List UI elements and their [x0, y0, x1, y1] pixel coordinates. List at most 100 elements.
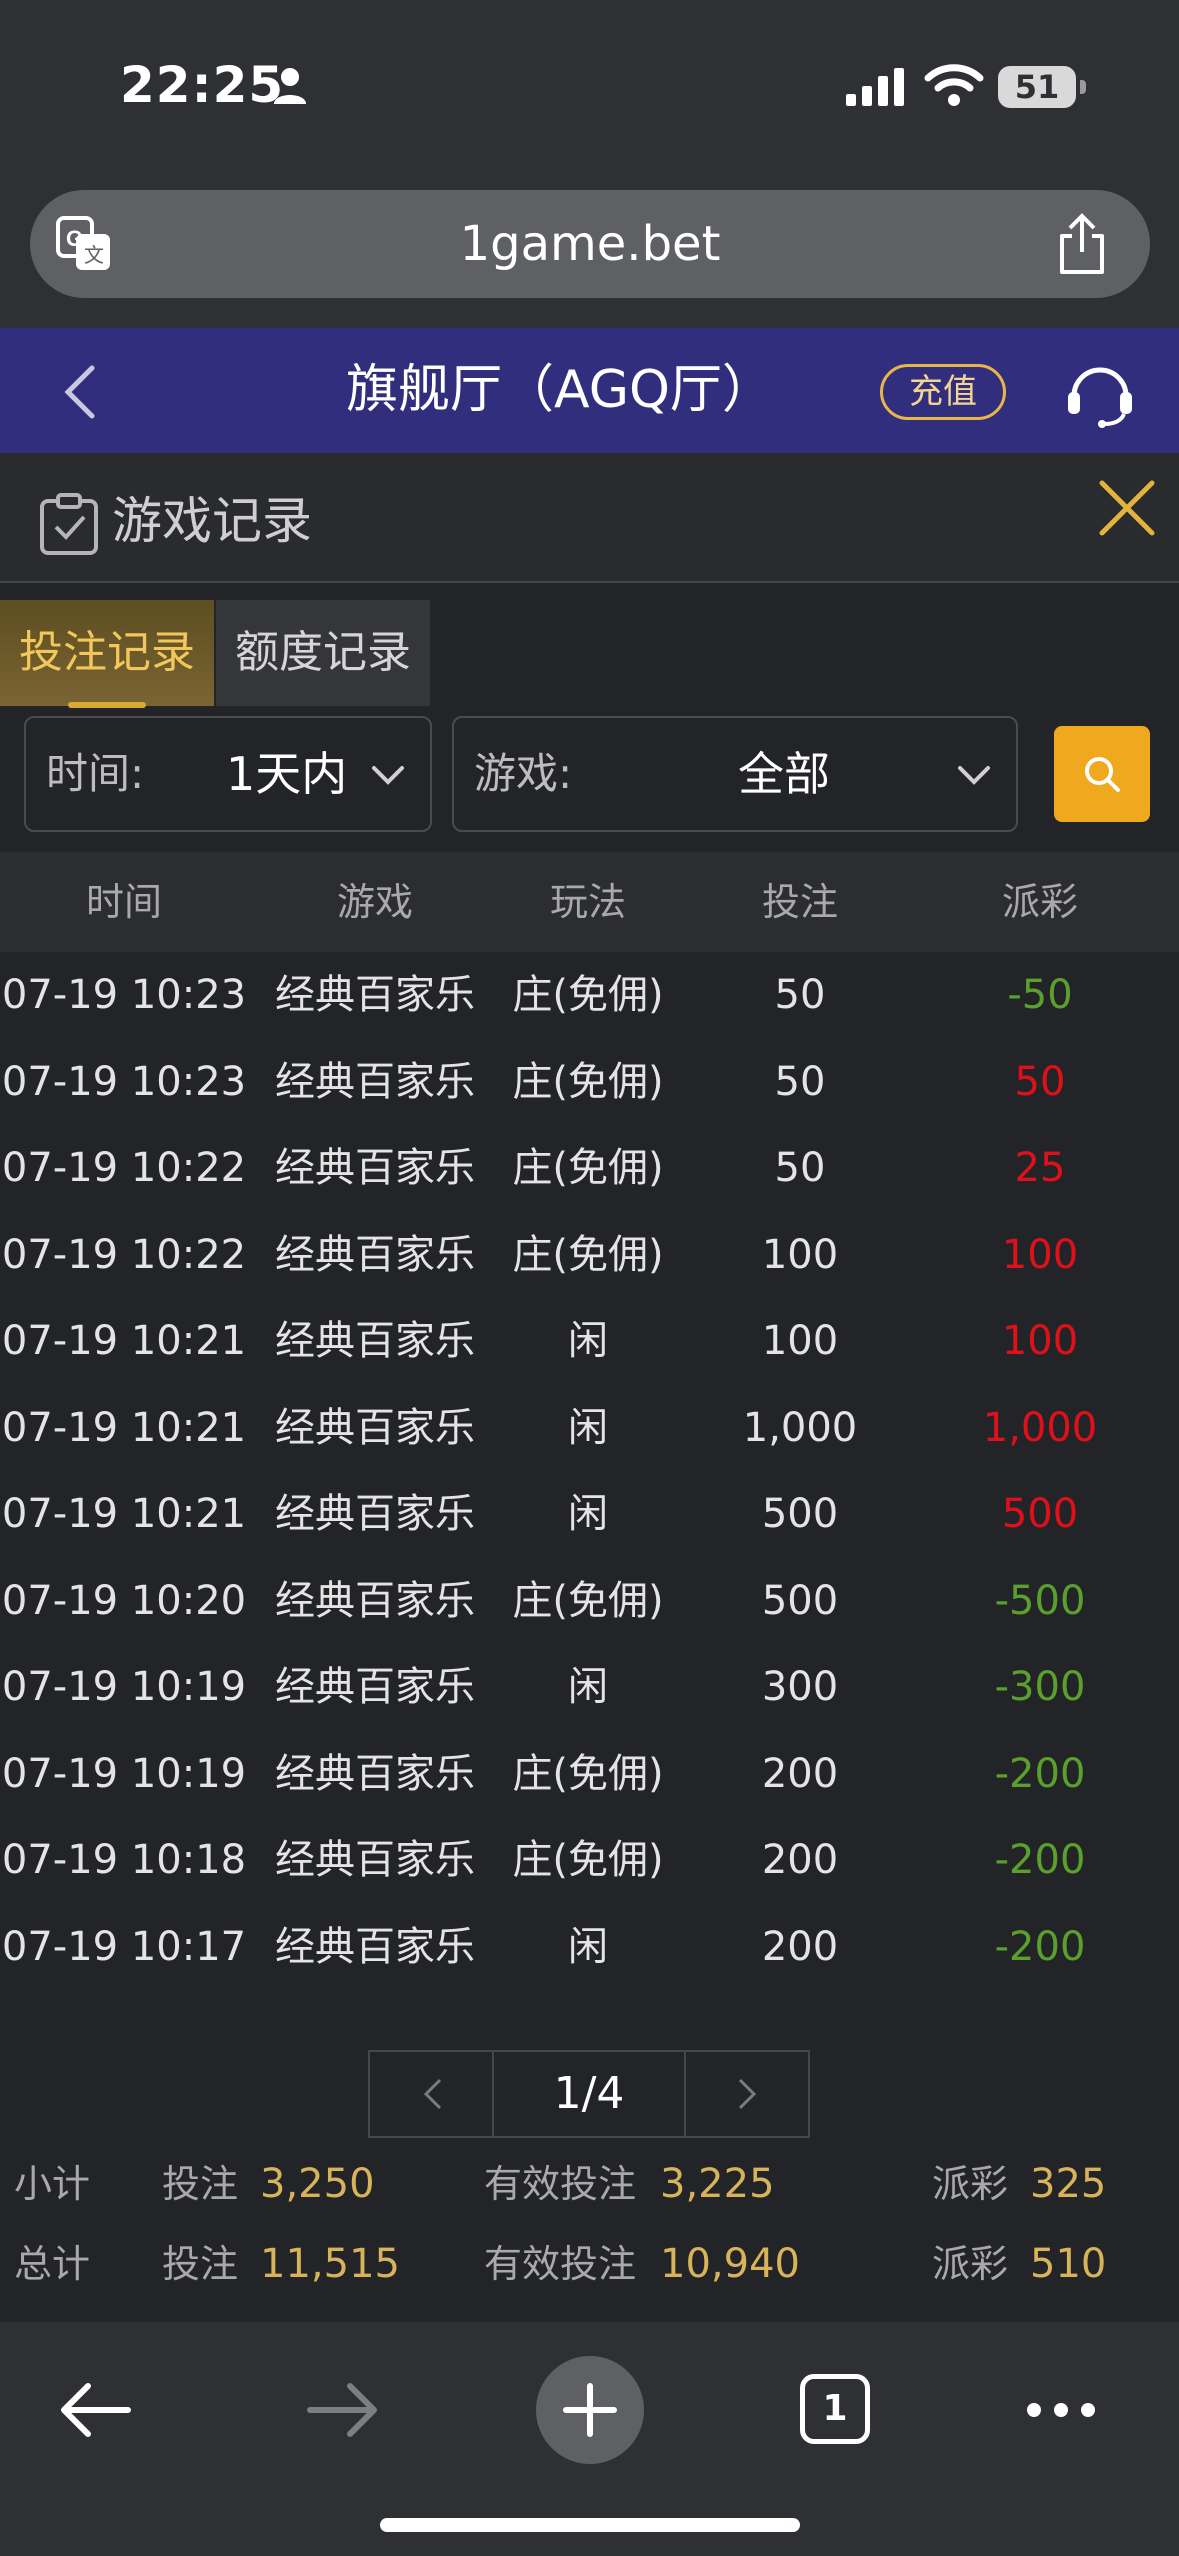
wifi-icon — [924, 64, 984, 106]
customer-service-headset-icon[interactable] — [1064, 356, 1136, 428]
cell-play: 庄(免佣) — [512, 1231, 664, 1278]
game-filter-dropdown[interactable]: 游戏: 全部 — [452, 716, 1018, 832]
table-row: 07-19 10:23 经典百家乐 庄(免佣) 50 -50 — [0, 952, 1179, 1039]
column-header-game: 游戏 — [336, 880, 414, 924]
tab-credit-records[interactable]: 额度记录 — [216, 600, 430, 706]
game-record-panel-header: 游戏记录 — [0, 453, 1179, 583]
cell-payout: 500 — [1001, 1491, 1079, 1537]
cell-play: 庄(免佣) — [512, 972, 664, 1018]
chevron-down-icon — [372, 766, 404, 785]
cell-play: 庄(免佣) — [512, 1145, 664, 1191]
tabs-count-button[interactable]: 1 — [800, 2374, 870, 2444]
search-button[interactable] — [1054, 726, 1150, 822]
cell-payout: -50 — [1007, 972, 1073, 1018]
cell-play: 庄(免佣) — [512, 1058, 664, 1105]
subtotal-payout-label: 派彩 — [932, 2162, 1009, 2206]
cell-bet: 50 — [774, 972, 826, 1018]
table-row: 07-19 10:22 经典百家乐 庄(免佣) 50 25 — [0, 1125, 1179, 1212]
cell-time: 07-19 10:18 — [1, 1837, 247, 1883]
address-bar[interactable]: G 文 1game.bet — [30, 190, 1150, 298]
cell-bet: 50 — [774, 1058, 826, 1105]
cell-payout: 100 — [1001, 1231, 1079, 1278]
cell-time: 07-19 10:19 — [1, 1750, 247, 1797]
pagination: 1/4 — [368, 2050, 810, 2138]
column-header-payout: 派彩 — [1001, 880, 1079, 924]
clipboard-check-icon — [40, 493, 98, 555]
column-header-bet: 投注 — [761, 880, 839, 924]
bet-records-table: 07-19 10:23 经典百家乐 庄(免佣) 50 -50 07-19 10:… — [0, 952, 1179, 1990]
subtotal-valid-bet-value: 3,225 — [660, 2161, 775, 2207]
cell-payout: -500 — [994, 1577, 1086, 1624]
tab-bet-records[interactable]: 投注记录 — [0, 600, 214, 708]
browser-forward-icon[interactable] — [304, 2378, 380, 2442]
previous-page-button[interactable] — [370, 2052, 494, 2136]
cell-time: 07-19 10:21 — [1, 1318, 247, 1364]
browser-address-area: G 文 1game.bet — [0, 170, 1179, 328]
browser-back-icon[interactable] — [58, 2378, 134, 2442]
cell-payout: 25 — [1014, 1145, 1066, 1191]
table-row: 07-19 10:19 经典百家乐 庄(免佣) 200 -200 — [0, 1731, 1179, 1818]
search-icon — [1085, 757, 1120, 792]
status-bar: 22:25 51 — [0, 0, 1179, 170]
recharge-button[interactable]: 充值 — [880, 364, 1006, 420]
table-row: 07-19 10:22 经典百家乐 庄(免佣) 100 100 — [0, 1212, 1179, 1299]
total-valid-bet-label: 有效投注 — [484, 2242, 637, 2286]
url-text: 1game.bet — [459, 216, 721, 272]
share-icon[interactable] — [1054, 212, 1110, 276]
cell-payout: -200 — [994, 1750, 1086, 1797]
cell-game: 经典百家乐 — [275, 1837, 475, 1883]
cell-time: 07-19 10:23 — [1, 972, 247, 1018]
cell-play: 庄(免佣) — [512, 1750, 664, 1797]
more-options-icon[interactable] — [1024, 2398, 1098, 2422]
cell-payout: 100 — [1001, 1318, 1079, 1364]
cell-time: 07-19 10:22 — [1, 1145, 247, 1191]
cell-play: 庄(免佣) — [512, 1837, 664, 1883]
cell-bet: 50 — [774, 1145, 826, 1191]
next-page-button[interactable] — [684, 2052, 808, 2136]
cell-game: 经典百家乐 — [275, 1923, 475, 1970]
total-payout-label: 派彩 — [932, 2242, 1009, 2286]
subtotal-row: 小计 投注 3,250 有效投注 3,225 派彩 325 — [0, 2144, 1179, 2224]
back-chevron-icon[interactable] — [56, 362, 106, 422]
page-indicator: 1/4 — [553, 2068, 625, 2119]
cell-time: 07-19 10:21 — [1, 1404, 247, 1451]
cell-play: 闲 — [568, 1318, 608, 1364]
cellular-signal-icon — [846, 68, 904, 106]
battery-icon: 51 — [998, 66, 1086, 108]
cell-play: 闲 — [568, 1664, 608, 1710]
new-tab-button[interactable] — [536, 2356, 644, 2464]
chevron-right-icon — [738, 2078, 757, 2110]
status-time: 22:25 — [120, 56, 285, 114]
time-filter-value: 1天内 — [226, 747, 348, 801]
app-header: 旗舰厅（AGQ厅） 充值 — [0, 328, 1179, 453]
cell-time: 07-19 10:21 — [1, 1491, 247, 1537]
cell-payout: 50 — [1014, 1058, 1066, 1105]
table-row: 07-19 10:19 经典百家乐 闲 300 -300 — [0, 1644, 1179, 1731]
cell-time: 07-19 10:23 — [1, 1058, 247, 1105]
cell-bet: 1,000 — [742, 1404, 858, 1451]
cell-game: 经典百家乐 — [275, 1750, 475, 1797]
close-icon[interactable] — [1096, 477, 1158, 539]
time-filter-label: 时间: — [46, 749, 145, 798]
table-row: 07-19 10:21 经典百家乐 闲 500 500 — [0, 1471, 1179, 1558]
table-row: 07-19 10:18 经典百家乐 庄(免佣) 200 -200 — [0, 1817, 1179, 1904]
cell-game: 经典百家乐 — [275, 972, 475, 1018]
total-payout-value: 510 — [1030, 2241, 1107, 2287]
cell-time: 07-19 10:17 — [1, 1923, 247, 1970]
cell-bet: 500 — [761, 1491, 839, 1537]
table-row: 07-19 10:21 经典百家乐 闲 100 100 — [0, 1298, 1179, 1385]
subtotal-label: 小计 — [14, 2162, 91, 2206]
cell-payout: -300 — [994, 1664, 1086, 1710]
chevron-left-icon — [423, 2078, 442, 2110]
cell-game: 经典百家乐 — [275, 1231, 475, 1278]
cell-bet: 200 — [761, 1923, 839, 1970]
table-row: 07-19 10:23 经典百家乐 庄(免佣) 50 50 — [0, 1039, 1179, 1126]
time-filter-dropdown[interactable]: 时间: 1天内 — [24, 716, 432, 832]
home-indicator — [380, 2518, 800, 2532]
table-row: 07-19 10:21 经典百家乐 闲 1,000 1,000 — [0, 1385, 1179, 1472]
total-label: 总计 — [14, 2242, 91, 2286]
cell-time: 07-19 10:19 — [1, 1664, 247, 1710]
column-header-play: 玩法 — [549, 880, 627, 924]
cell-play: 闲 — [568, 1404, 608, 1451]
game-filter-label: 游戏: — [474, 749, 573, 798]
